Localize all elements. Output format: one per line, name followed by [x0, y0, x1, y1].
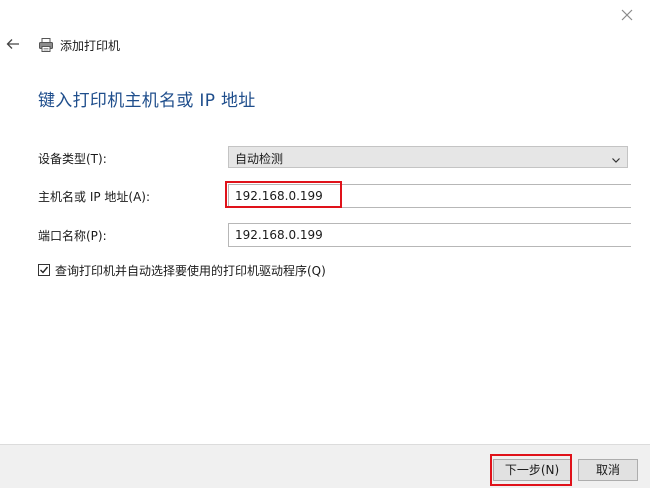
hostname-label: 主机名或 IP 地址(A): — [38, 190, 151, 204]
port-name-label: 端口名称(P): — [38, 229, 107, 243]
add-printer-window: 添加打印机 键入打印机主机名或 IP 地址 设备类型(T): 自动检测 主机名或… — [0, 0, 650, 488]
close-icon[interactable] — [618, 6, 636, 24]
query-driver-checkbox[interactable] — [38, 264, 50, 276]
chevron-down-icon — [610, 151, 622, 163]
check-icon — [40, 266, 49, 274]
hostname-input[interactable] — [228, 184, 631, 208]
page-title: 键入打印机主机名或 IP 地址 — [38, 91, 256, 111]
printer-icon — [38, 37, 54, 53]
hostname-row: 主机名或 IP 地址(A): — [38, 184, 638, 208]
port-name-input[interactable] — [228, 223, 631, 247]
back-arrow-icon[interactable] — [6, 37, 22, 53]
port-name-row: 端口名称(P): — [38, 223, 638, 247]
query-driver-label: 查询打印机并自动选择要使用的打印机驱动程序(Q) — [55, 263, 326, 278]
window-title: 添加打印机 — [60, 38, 121, 53]
device-type-select[interactable]: 自动检测 — [228, 146, 628, 168]
footer-bar: 下一步(N) 取消 — [0, 444, 650, 488]
query-driver-row: 查询打印机并自动选择要使用的打印机驱动程序(Q) — [38, 262, 326, 278]
cancel-button[interactable]: 取消 — [578, 459, 638, 481]
device-type-row: 设备类型(T): 自动检测 — [38, 146, 638, 170]
device-type-label: 设备类型(T): — [38, 152, 107, 166]
device-type-value: 自动检测 — [235, 152, 284, 166]
window-header: 添加打印机 — [6, 34, 120, 56]
next-button[interactable]: 下一步(N) — [493, 459, 571, 481]
